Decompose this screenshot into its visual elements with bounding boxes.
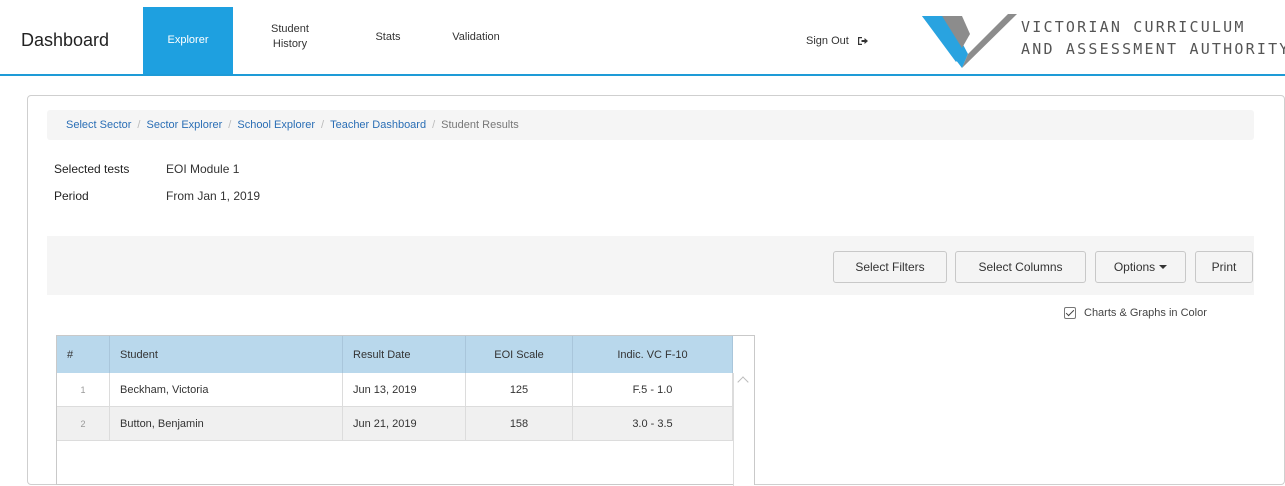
breadcrumb-school-explorer[interactable]: School Explorer xyxy=(237,119,315,131)
column-header-result-date[interactable]: Result Date xyxy=(343,336,466,373)
column-header-index[interactable]: # xyxy=(57,336,110,373)
table-row[interactable]: 1 Beckham, Victoria Jun 13, 2019 125 F.5… xyxy=(57,373,733,407)
sign-out-icon xyxy=(857,37,868,45)
nav-explorer-label: Explorer xyxy=(167,34,209,46)
nav-stats[interactable]: Stats xyxy=(366,0,410,74)
period-label: Period xyxy=(54,189,89,203)
breadcrumb-separator: / xyxy=(321,119,325,131)
indic-vc: 3.0 - 3.5 xyxy=(573,407,733,441)
nav-validation-label: Validation xyxy=(452,30,500,43)
nav-explorer[interactable]: Explorer xyxy=(143,7,233,74)
breadcrumb-separator: / xyxy=(137,119,141,131)
selected-tests-value: EOI Module 1 xyxy=(166,162,240,176)
result-date: Jun 13, 2019 xyxy=(343,373,466,407)
navbar-divider xyxy=(0,74,1285,76)
vcaa-logo-text: VICTORIAN CURRICULUM AND ASSESSMENT AUTH… xyxy=(1021,16,1285,60)
column-header-student[interactable]: Student xyxy=(110,336,343,373)
indic-vc: F.5 - 1.0 xyxy=(573,373,733,407)
table-scrollbar[interactable] xyxy=(733,373,754,486)
student-name: Button, Benjamin xyxy=(110,407,343,441)
nav-student-history-label: Student History xyxy=(271,23,309,50)
options-dropdown-button[interactable]: Options xyxy=(1095,251,1186,283)
row-index: 1 xyxy=(57,373,110,407)
options-label: Options xyxy=(1113,260,1156,274)
breadcrumb-separator: / xyxy=(432,119,436,131)
nav-stats-label: Stats xyxy=(375,30,401,43)
logo-line-1: VICTORIAN CURRICULUM xyxy=(1021,18,1246,36)
eoi-scale: 125 xyxy=(466,373,573,407)
breadcrumb-select-sector[interactable]: Select Sector xyxy=(66,119,131,131)
student-name: Beckham, Victoria xyxy=(110,373,343,407)
period-value: From Jan 1, 2019 xyxy=(166,189,261,203)
nav-student-history[interactable]: Student History xyxy=(258,0,322,74)
column-header-indic-vc[interactable]: Indic. VC F-10 xyxy=(573,336,733,373)
top-navbar: Dashboard Explorer Student History Stats… xyxy=(0,0,1285,75)
select-columns-button[interactable]: Select Columns xyxy=(955,251,1086,283)
results-table: # Student Result Date EOI Scale Indic. V… xyxy=(56,335,755,486)
selected-tests-label: Selected tests xyxy=(54,162,130,176)
table-header: # Student Result Date EOI Scale Indic. V… xyxy=(57,336,733,373)
select-filters-button[interactable]: Select Filters xyxy=(833,251,947,283)
caret-down-icon xyxy=(1159,265,1168,269)
breadcrumb-teacher-dashboard[interactable]: Teacher Dashboard xyxy=(330,119,426,131)
eoi-scale: 158 xyxy=(466,407,573,441)
scroll-up-icon[interactable] xyxy=(737,376,749,388)
breadcrumb-current: Student Results xyxy=(441,119,519,131)
checkbox-checked-icon[interactable] xyxy=(1064,307,1076,319)
nav-validation[interactable]: Validation xyxy=(441,0,511,74)
print-button[interactable]: Print xyxy=(1195,251,1253,283)
breadcrumb-sector-explorer[interactable]: Sector Explorer xyxy=(146,119,222,131)
logo-line-2: AND ASSESSMENT AUTHORITY xyxy=(1021,40,1285,58)
breadcrumb-separator: / xyxy=(228,119,232,131)
result-date: Jun 21, 2019 xyxy=(343,407,466,441)
table-row[interactable]: 2 Button, Benjamin Jun 21, 2019 158 3.0 … xyxy=(57,407,733,441)
brand-dashboard[interactable]: Dashboard xyxy=(21,30,109,51)
color-charts-label: Charts & Graphs in Color xyxy=(1084,307,1207,319)
sign-out-label: Sign Out xyxy=(806,35,849,47)
vcaa-logo-icon xyxy=(922,14,1017,68)
breadcrumb: Select Sector / Sector Explorer / School… xyxy=(47,110,1254,140)
row-index: 2 xyxy=(57,407,110,441)
column-header-eoi-scale[interactable]: EOI Scale xyxy=(466,336,573,373)
color-charts-toggle[interactable]: Charts & Graphs in Color xyxy=(1064,307,1207,319)
sign-out-link[interactable]: Sign Out xyxy=(806,35,869,47)
